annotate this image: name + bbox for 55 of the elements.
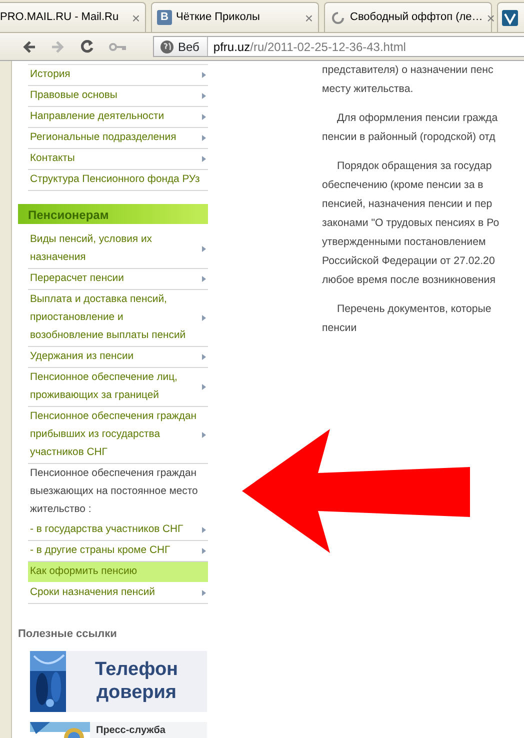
menu-item[interactable]: Пенсионное обеспечения граждан прибывших из государства участников СНГ	[28, 407, 208, 464]
menu-item[interactable]: - в государства участников СНГ	[28, 520, 208, 541]
menu-item[interactable]: Выплата и доставка пенсий, приостановление и возобновление выплаты пенсий	[28, 290, 208, 347]
url-text: pfru.uz/ru/2011-02-25-12-36-43.html	[212, 38, 406, 56]
menu-note: Пенсионное обеспечения граждан выезжающих на постоянное место жительство :	[29, 467, 199, 517]
menu-item[interactable]: Направление деятельности	[28, 107, 208, 128]
article-text: законами "О трудовых пенсиях в Ро	[322, 216, 500, 231]
article-text: Перечень документов, которые	[336, 302, 492, 317]
tab-title: Чёткие Приколы	[176, 10, 261, 26]
menu-item[interactable]: Как оформить пенсию	[28, 562, 208, 583]
menu-item[interactable]: Сроки назначения пенсий	[28, 583, 208, 604]
article-text: Порядок обращения за государ	[336, 159, 493, 174]
site-icon	[502, 10, 518, 26]
reload-button[interactable]	[80, 39, 95, 54]
menu-item[interactable]: Удержания из пенсии	[28, 347, 208, 368]
article-text: утвержденными постановлением	[322, 235, 487, 250]
address-bar[interactable]: Веб pfru.uz/ru/2011-02-25-12-36-43.html	[153, 36, 524, 57]
banner-text: Телефон	[94, 658, 178, 681]
close-tab-button[interactable]: ×	[486, 10, 495, 24]
key-icon	[109, 41, 127, 52]
menu-item[interactable]: Виды пенсий, условия их назначения	[28, 230, 208, 269]
globe-icon	[160, 40, 174, 54]
article-text: любое время после возникновения	[322, 273, 496, 288]
article-text: Российской Федерации от 27.02.20	[322, 254, 496, 269]
menu-item[interactable]: Структура Пенсионного фонда РУз	[28, 170, 208, 191]
section-title: Полезные ссылки	[18, 627, 118, 642]
article-text: представителя) о назначении пенс	[322, 63, 494, 78]
article-text: обеспечению (кроме пенсии за в	[322, 178, 484, 193]
article-text: пенсии	[322, 321, 358, 336]
menu-item[interactable]: Правовые основы	[28, 86, 208, 107]
back-button[interactable]	[22, 40, 37, 54]
loading-icon	[330, 10, 346, 26]
press-banner[interactable]: Пресс-служба	[30, 722, 207, 738]
menu-item[interactable]: Пенсионное обеспечение лиц, проживающих за границей	[28, 368, 208, 407]
section-header: Пенсионерам	[18, 204, 208, 224]
article-text: Для оформления пенсии гражда	[336, 111, 499, 126]
menu-item[interactable]: История	[28, 65, 208, 86]
close-tab-button[interactable]: ×	[132, 10, 140, 24]
site-icon: В	[157, 10, 172, 25]
browser-tab[interactable]: Свободный оффтоп (ле… ×	[324, 2, 492, 32]
browser-tab[interactable]: PRO.MAIL.RU - Mail.Ru ×	[0, 2, 146, 32]
hotline-banner[interactable]: Телефон доверия	[30, 650, 207, 712]
menu-item[interactable]: Перерасчет пенсии	[28, 269, 208, 290]
tab-title: Свободный оффтоп (ле…	[350, 10, 483, 26]
article-text: пенсии в районный (городской) отд	[322, 130, 496, 145]
banner-text: доверия	[96, 681, 177, 704]
article-text: пенсией, назначения пенсии и пер	[322, 197, 494, 212]
browser-tab[interactable]: В Чёткие Приколы ×	[151, 2, 319, 32]
banner-text: Пресс-служба	[95, 724, 166, 738]
article-text: месту жительства.	[322, 82, 414, 97]
menu-item[interactable]: Региональные подразделения	[28, 128, 208, 149]
tab-title: PRO.MAIL.RU - Mail.Ru	[0, 10, 120, 26]
menu-item[interactable]: Контакты	[28, 149, 208, 170]
search-engine-button[interactable]: Веб	[154, 37, 208, 56]
close-tab-button[interactable]: ×	[304, 10, 313, 24]
